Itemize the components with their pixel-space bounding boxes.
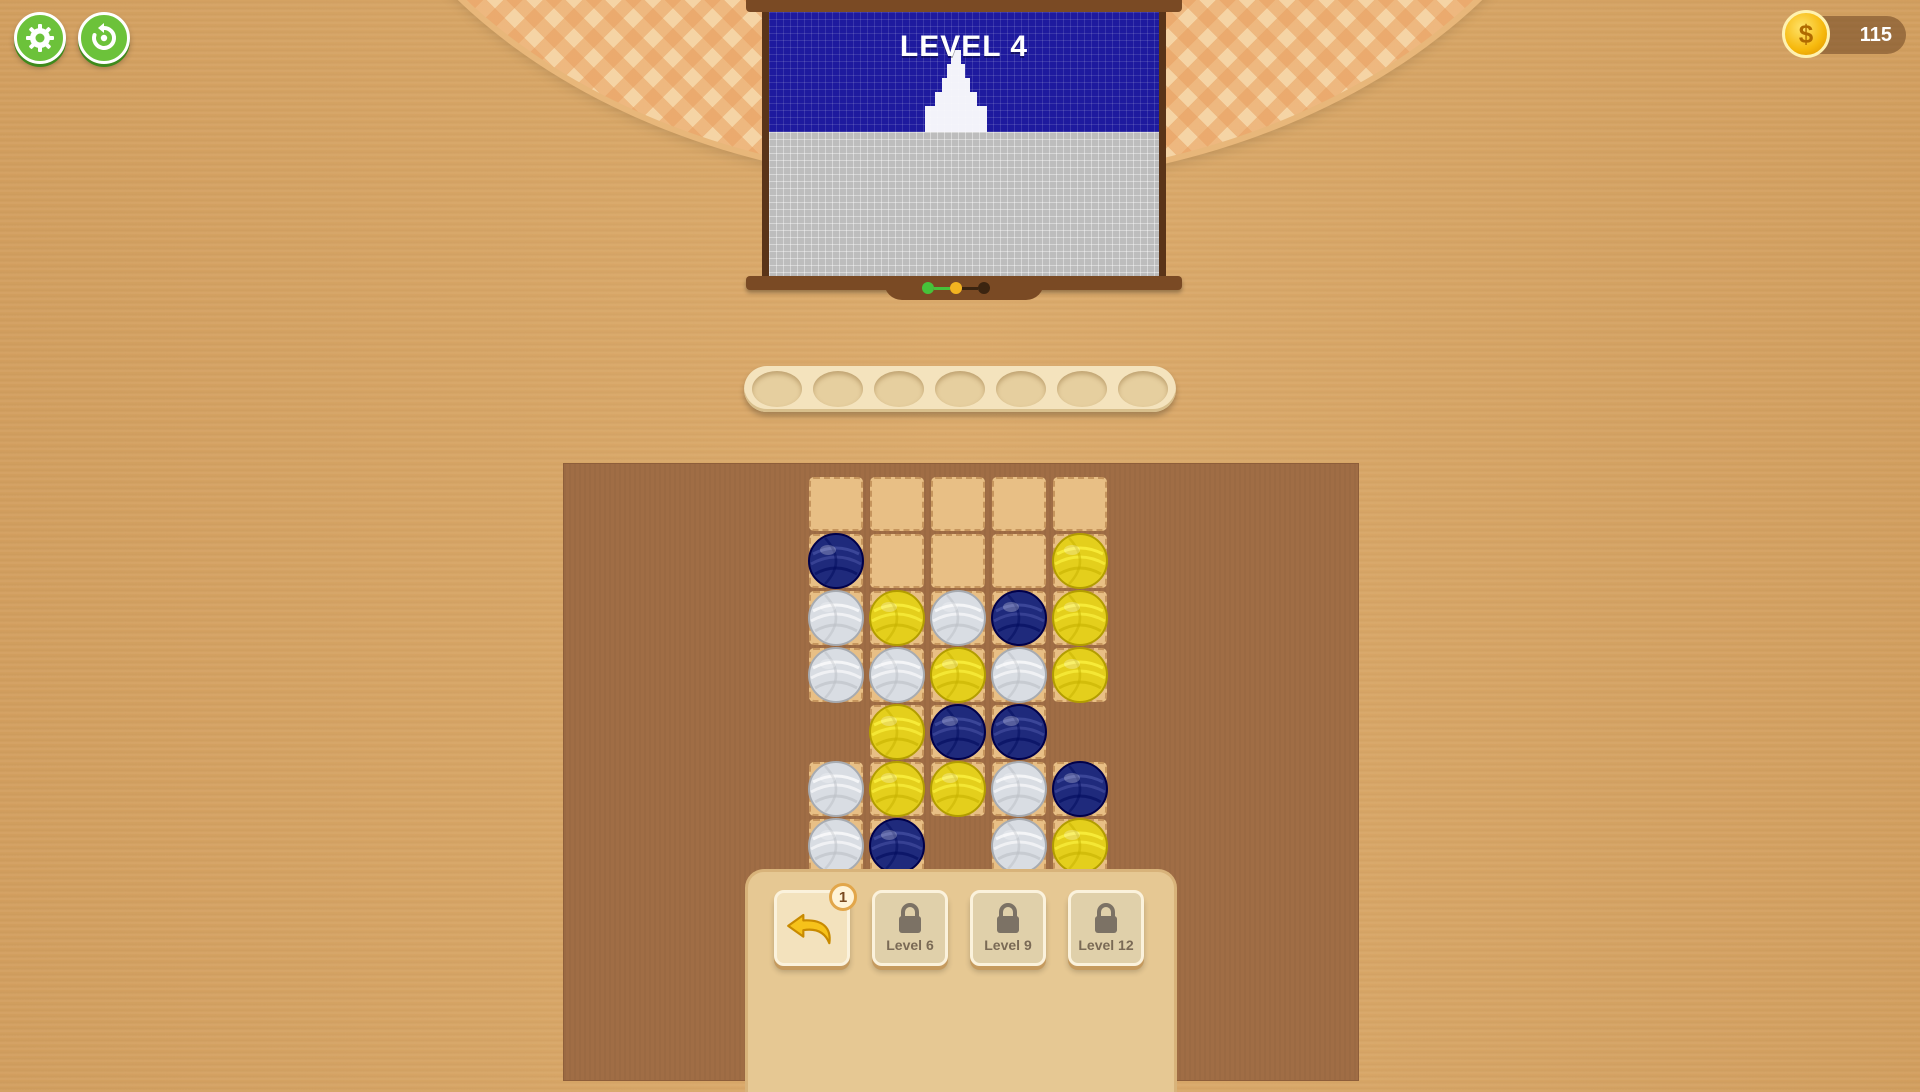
white-yarn-ball[interactable] <box>807 760 865 818</box>
white-yarn-ball[interactable] <box>990 817 1048 875</box>
yellow-yarn-ball[interactable] <box>929 760 987 818</box>
coin-value: 115 <box>1859 24 1892 46</box>
tray-slot <box>813 371 863 407</box>
white-yarn-ball[interactable] <box>807 589 865 647</box>
progress-dot-pending <box>978 282 990 294</box>
progress-line <box>962 286 978 290</box>
white-yarn-ball[interactable] <box>807 646 865 704</box>
booster-panel: 1 Level 6 Level 9 Level 12 <box>748 872 1174 1092</box>
lock-icon <box>899 903 921 933</box>
tray-slot <box>752 371 802 407</box>
progress-dot-complete <box>922 282 934 294</box>
yellow-yarn-ball[interactable] <box>868 703 926 761</box>
blue-yarn-ball[interactable] <box>929 703 987 761</box>
booster-unlock-label: Level 12 <box>1078 937 1134 953</box>
undo-arrow-icon <box>787 913 831 945</box>
lock-icon <box>1095 903 1117 933</box>
lock-icon <box>997 903 1019 933</box>
progress-line <box>934 286 950 290</box>
yellow-yarn-ball[interactable] <box>868 760 926 818</box>
grid-cell <box>809 477 863 531</box>
yellow-yarn-ball[interactable] <box>868 589 926 647</box>
white-yarn-ball[interactable] <box>868 646 926 704</box>
frame-top-bar <box>746 0 1182 12</box>
grid-cell <box>931 477 985 531</box>
undo-count-badge: 1 <box>829 883 857 911</box>
blue-yarn-ball[interactable] <box>1051 760 1109 818</box>
yellow-yarn-ball[interactable] <box>1051 532 1109 590</box>
dollar-coin-icon: $ <box>1782 10 1830 58</box>
booster-unlock-label: Level 9 <box>984 937 1032 953</box>
white-yarn-ball[interactable] <box>929 589 987 647</box>
tray-slot <box>996 371 1046 407</box>
grid-cell <box>992 477 1046 531</box>
blue-yarn-ball[interactable] <box>990 703 1048 761</box>
yellow-yarn-ball[interactable] <box>1051 589 1109 647</box>
tray-slot <box>1057 371 1107 407</box>
level-title: LEVEL 4 <box>899 30 1029 63</box>
yellow-yarn-ball[interactable] <box>929 646 987 704</box>
grid-cell <box>992 534 1046 588</box>
level-progress <box>922 282 990 294</box>
grid-cell <box>931 534 985 588</box>
grid-cell <box>870 477 924 531</box>
white-yarn-ball[interactable] <box>990 646 1048 704</box>
restart-icon <box>92 23 117 50</box>
locked-booster-level-9[interactable]: Level 9 <box>970 890 1046 966</box>
white-yarn-ball[interactable] <box>990 760 1048 818</box>
settings-button[interactable] <box>14 12 66 64</box>
pixel-painting: LEVEL 4 <box>762 12 1166 276</box>
yellow-yarn-ball[interactable] <box>1051 817 1109 875</box>
coin-counter: $ 115 <box>1782 10 1906 58</box>
grid-cell <box>1053 477 1107 531</box>
blue-yarn-ball[interactable] <box>868 817 926 875</box>
tray-slot <box>874 371 924 407</box>
booster-unlock-label: Level 6 <box>886 937 934 953</box>
locked-booster-level-6[interactable]: Level 6 <box>872 890 948 966</box>
grid-cell <box>870 534 924 588</box>
gear-icon <box>26 24 54 52</box>
progress-dot-current <box>950 282 962 294</box>
white-yarn-ball[interactable] <box>807 817 865 875</box>
blue-yarn-ball[interactable] <box>807 532 865 590</box>
blue-yarn-ball[interactable] <box>990 589 1048 647</box>
locked-booster-level-12[interactable]: Level 12 <box>1068 890 1144 966</box>
restart-button[interactable] <box>78 12 130 64</box>
yellow-yarn-ball[interactable] <box>1051 646 1109 704</box>
tray-slot <box>1118 371 1168 407</box>
undo-button[interactable]: 1 <box>774 883 857 966</box>
collection-tray <box>744 366 1176 412</box>
painting-frame: LEVEL 4 <box>746 0 1182 300</box>
tray-slot <box>935 371 985 407</box>
